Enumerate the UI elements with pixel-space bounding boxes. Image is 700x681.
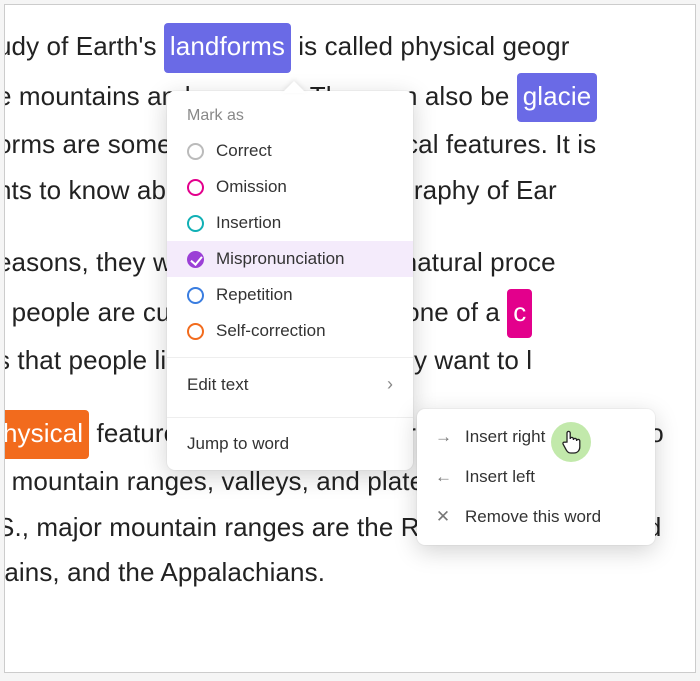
jump-to-word-row[interactable]: Jump to word (167, 420, 413, 468)
radio-icon (187, 215, 204, 232)
edit-text-label: Edit text (187, 375, 248, 395)
mark-option-mispronunciation[interactable]: Mispronunciation (167, 241, 413, 277)
mark-option-label: Insertion (216, 213, 281, 233)
menu-divider (167, 357, 413, 358)
remove-word-item[interactable]: ✕ Remove this word (417, 497, 655, 537)
menu-divider (167, 417, 413, 418)
mark-option-repetition[interactable]: Repetition (167, 277, 413, 313)
insert-right-label: Insert right (465, 427, 545, 447)
chevron-right-icon: › (387, 374, 393, 395)
radio-icon (187, 179, 204, 196)
mark-option-label: Repetition (216, 285, 293, 305)
highlight-glacie[interactable]: glacie (517, 73, 598, 123)
arrow-left-icon: ← (435, 467, 451, 487)
mark-option-insertion[interactable]: Insertion (167, 205, 413, 241)
menu-header: Mark as (167, 105, 413, 133)
highlight-landforms[interactable]: landforms (164, 23, 291, 73)
insert-right-item[interactable]: → Insert right (417, 417, 655, 457)
insert-left-label: Insert left (465, 467, 535, 487)
radio-icon (187, 143, 204, 160)
edit-text-submenu: → Insert right ← Insert left ✕ Remove th… (417, 409, 655, 545)
mark-option-label: Omission (216, 177, 287, 197)
arrow-right-icon: → (435, 427, 451, 447)
radio-icon (187, 323, 204, 340)
mark-option-omission[interactable]: Omission (167, 169, 413, 205)
mark-option-label: Self-correction (216, 321, 326, 341)
jump-to-word-label: Jump to word (187, 434, 289, 454)
mark-option-label: Mispronunciation (216, 249, 345, 269)
remove-word-label: Remove this word (465, 507, 601, 527)
radio-icon (187, 287, 204, 304)
insert-left-item[interactable]: ← Insert left (417, 457, 655, 497)
mark-option-label: Correct (216, 141, 272, 161)
mark-option-correct[interactable]: Correct (167, 133, 413, 169)
highlight-c[interactable]: c (507, 289, 532, 339)
edit-text-row[interactable]: Edit text › (167, 360, 413, 409)
mark-option-self-correction[interactable]: Self-correction (167, 313, 413, 349)
radio-icon (187, 251, 204, 268)
close-icon: ✕ (435, 507, 451, 527)
mark-as-menu: Mark as Correct Omission Insertion Mispronu… (167, 91, 413, 470)
highlight-hysical[interactable]: hysical (4, 410, 89, 460)
